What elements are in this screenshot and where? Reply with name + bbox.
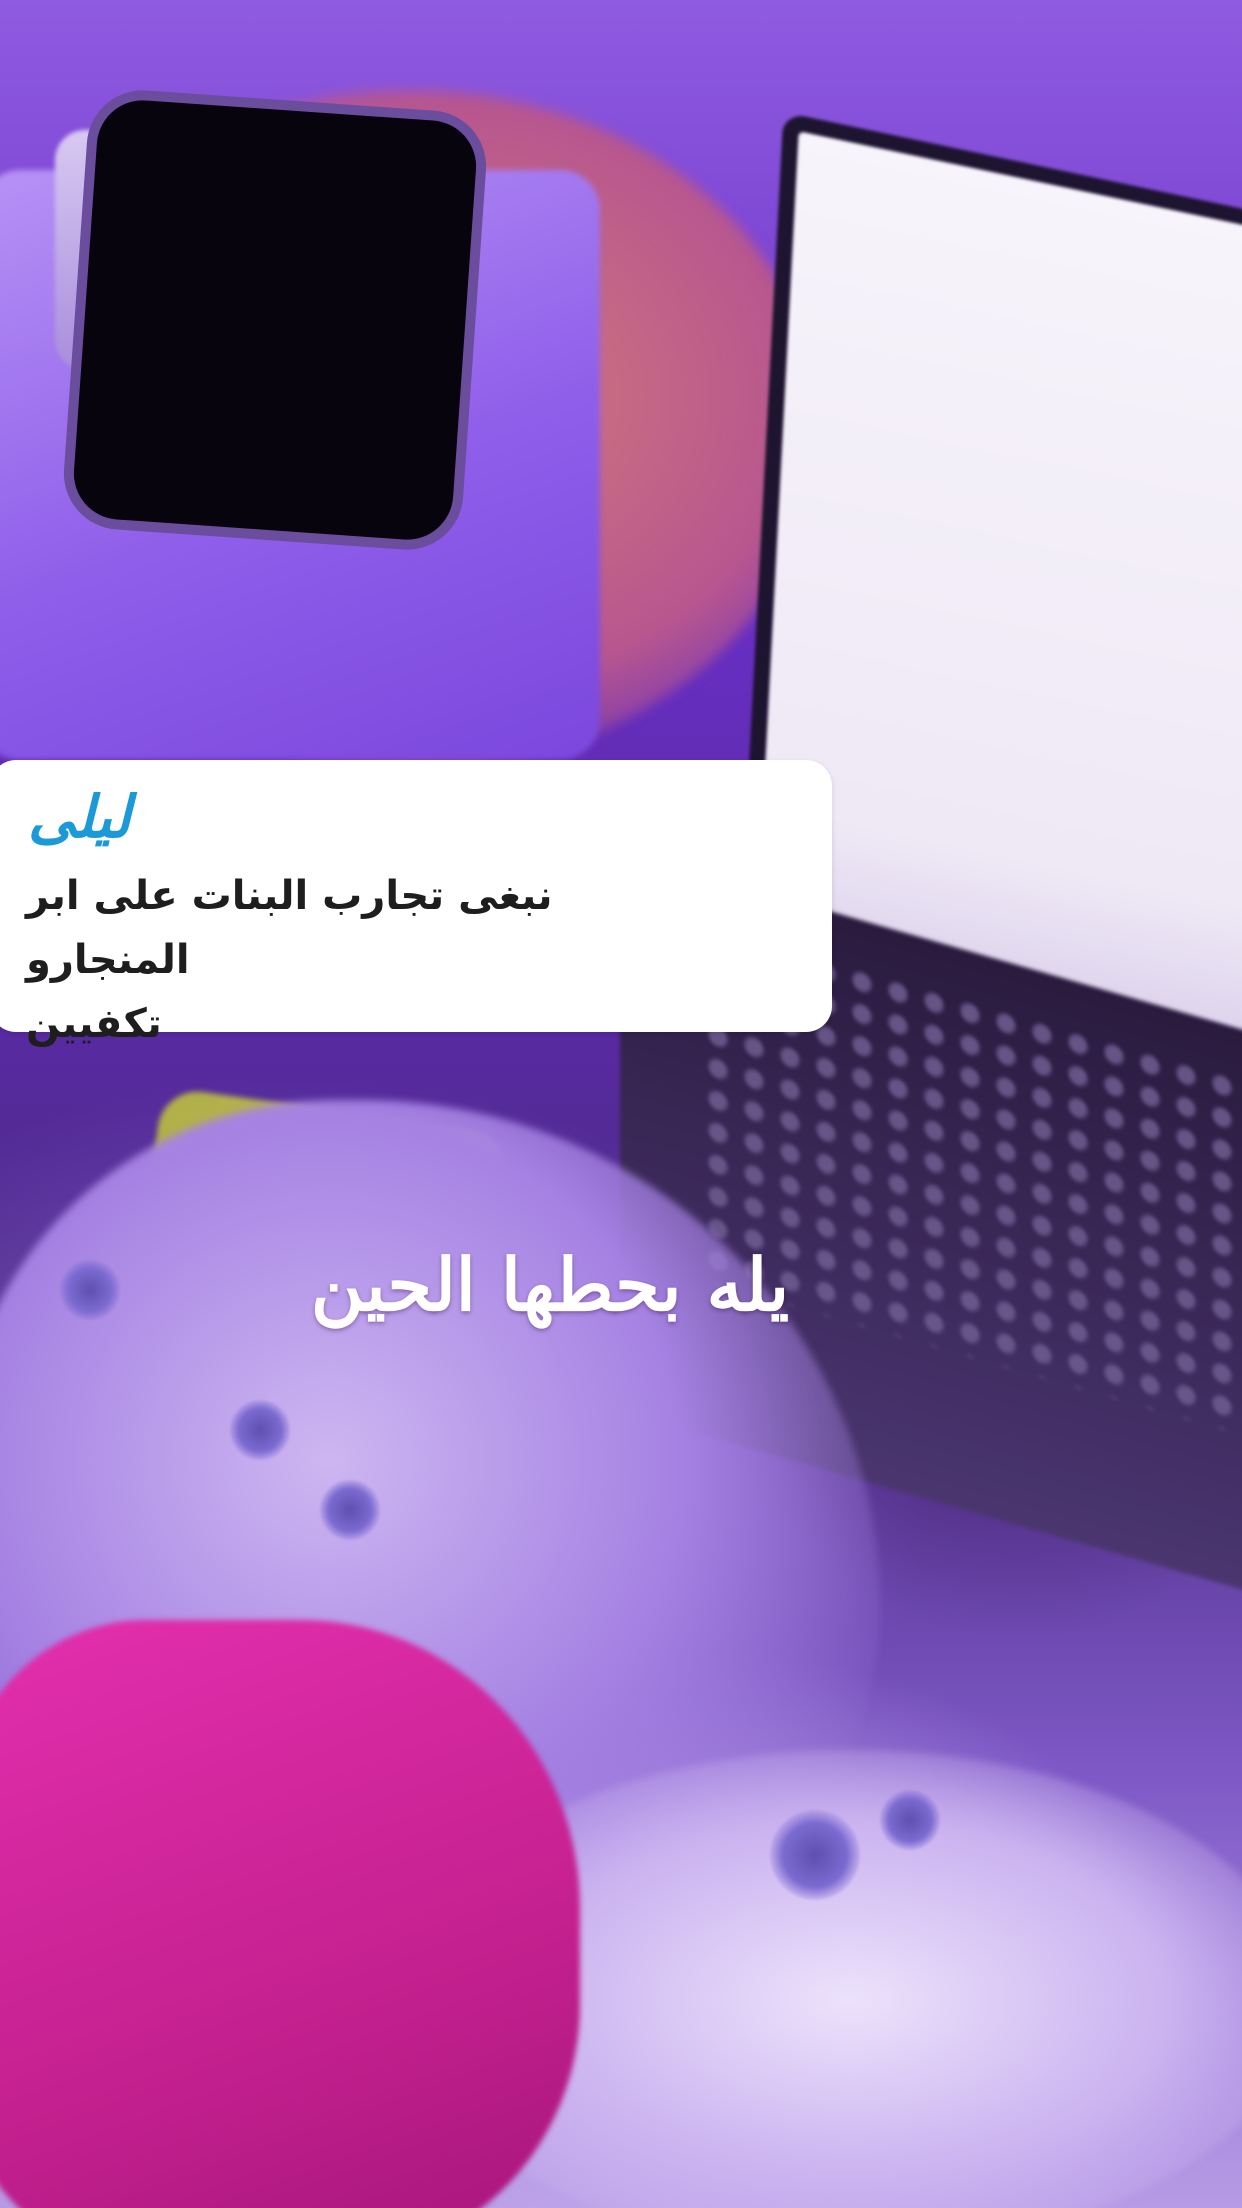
flower-pattern bbox=[230, 1400, 290, 1460]
background-pink-towel bbox=[0, 1620, 580, 2208]
reply-sender-name: ليلى bbox=[28, 783, 131, 851]
flower-pattern bbox=[320, 1480, 380, 1540]
question-reply-card[interactable]: ليلى نبغى تجارب البنات على ابر المنجارو … bbox=[0, 760, 832, 1047]
flower-pattern bbox=[60, 1260, 120, 1320]
flower-pattern bbox=[880, 1790, 940, 1850]
reply-message: نبغى تجارب البنات على ابر المنجارو تكفيي… bbox=[26, 864, 726, 1056]
story-caption: يله بحطها الحين bbox=[310, 1242, 790, 1327]
flower-pattern bbox=[770, 1810, 860, 1900]
reply-message-line: نبغى تجارب البنات على ابر المنجارو bbox=[26, 873, 553, 983]
background-phone bbox=[70, 97, 480, 543]
story-canvas: ليلى نبغى تجارب البنات على ابر المنجارو … bbox=[0, 0, 1242, 2208]
reply-message-line: تكفيين bbox=[26, 1001, 162, 1047]
